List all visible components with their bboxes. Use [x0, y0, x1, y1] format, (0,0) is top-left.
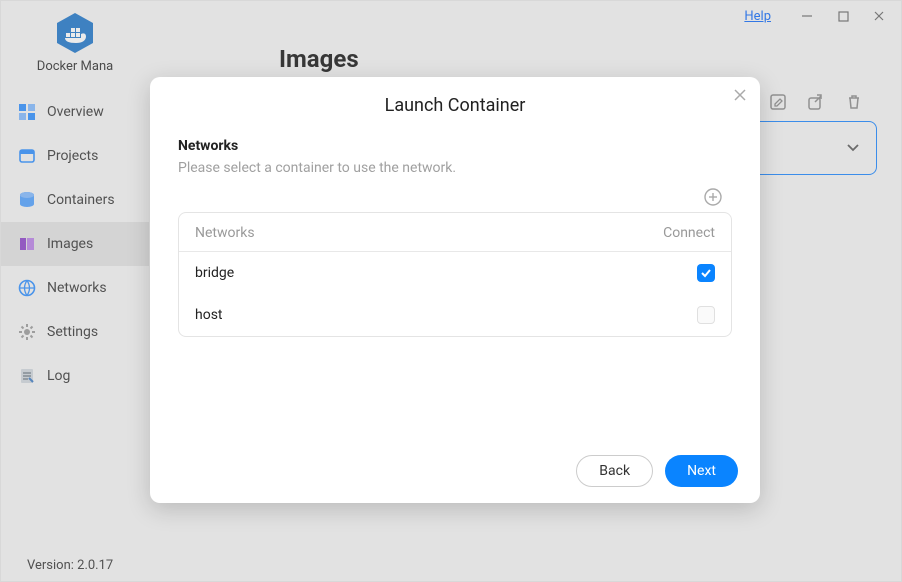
table-row: host	[179, 294, 731, 336]
column-networks: Networks	[195, 225, 255, 241]
next-button[interactable]: Next	[665, 455, 738, 487]
launch-container-modal: Launch Container Networks Please select …	[150, 77, 760, 503]
column-connect: Connect	[663, 225, 715, 241]
connect-checkbox-host[interactable]	[697, 306, 715, 324]
section-title: Networks	[178, 138, 732, 154]
check-icon	[700, 267, 712, 279]
table-header: Networks Connect	[179, 213, 731, 252]
connect-checkbox-bridge[interactable]	[697, 264, 715, 282]
modal-close-button[interactable]	[734, 89, 746, 101]
close-icon	[734, 89, 746, 101]
networks-table: Networks Connect bridge host	[178, 212, 732, 337]
modal-footer: Back Next	[150, 455, 760, 487]
table-row: bridge	[179, 252, 731, 294]
network-name: bridge	[195, 265, 234, 281]
modal-title: Launch Container	[150, 95, 760, 116]
back-button[interactable]: Back	[576, 455, 653, 487]
plus-circle-icon	[704, 188, 722, 206]
section-description: Please select a container to use the net…	[178, 160, 732, 176]
add-network-button[interactable]	[704, 188, 724, 208]
network-name: host	[195, 307, 223, 323]
